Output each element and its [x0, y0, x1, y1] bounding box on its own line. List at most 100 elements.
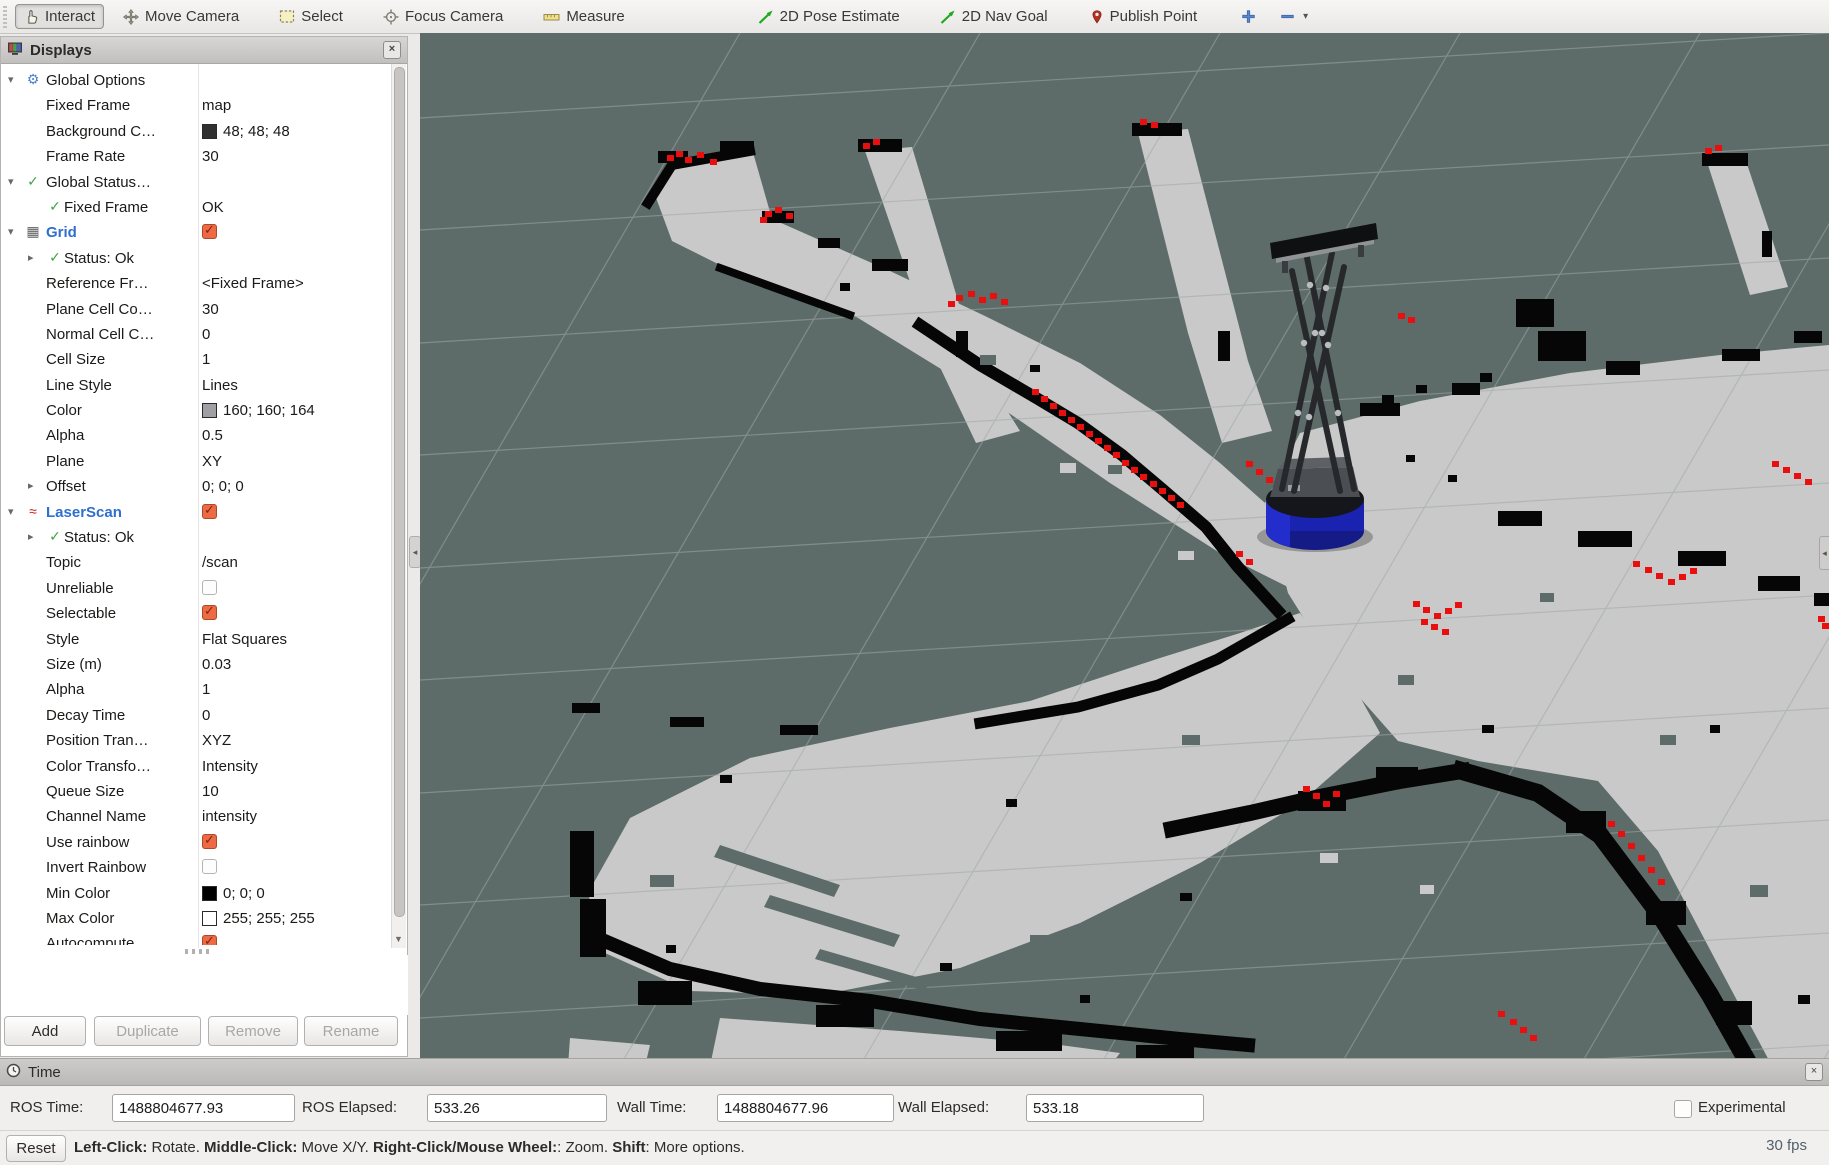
property-value[interactable]: intensity: [202, 808, 390, 825]
display-row[interactable]: Reference Fr…<Fixed Frame>: [2, 272, 394, 297]
property-value[interactable]: 1: [202, 351, 390, 368]
property-value[interactable]: [202, 605, 390, 620]
display-row[interactable]: Normal Cell C…0: [2, 323, 394, 348]
chevron-right-icon[interactable]: ▸: [28, 251, 34, 264]
toolbar-grip[interactable]: [3, 6, 7, 28]
time-panel-header[interactable]: Time ×: [0, 1058, 1829, 1086]
display-row[interactable]: PlaneXY: [2, 450, 394, 475]
property-value[interactable]: [202, 859, 390, 874]
experimental-checkbox[interactable]: [1674, 1100, 1692, 1118]
checkbox[interactable]: [202, 504, 217, 519]
property-value[interactable]: [202, 504, 390, 519]
checkbox[interactable]: [202, 859, 217, 874]
chevron-right-icon[interactable]: ▸: [28, 530, 34, 543]
property-value[interactable]: 0; 0; 0: [202, 885, 390, 902]
tool-interact[interactable]: Interact: [15, 4, 104, 29]
wall-elapsed-input[interactable]: [1026, 1094, 1204, 1122]
add-button[interactable]: Add: [4, 1016, 86, 1046]
property-value[interactable]: 1: [202, 681, 390, 698]
display-row[interactable]: Fixed Framemap: [2, 94, 394, 119]
close-icon[interactable]: ×: [383, 41, 401, 59]
tool-2d-pose-estimate[interactable]: 2D Pose Estimate: [749, 4, 909, 29]
chevron-down-icon[interactable]: ▾: [8, 505, 14, 518]
rename-button[interactable]: Rename: [304, 1016, 398, 1046]
property-value[interactable]: 160; 160; 164: [202, 402, 390, 419]
display-row[interactable]: ▾✓Global Status…: [2, 171, 394, 196]
property-value[interactable]: 0.03: [202, 656, 390, 673]
property-value[interactable]: 0; 0; 0: [202, 478, 390, 495]
property-value[interactable]: [202, 834, 390, 849]
chevron-down-icon[interactable]: ▾: [1303, 11, 1308, 22]
property-value[interactable]: Intensity: [202, 758, 390, 775]
display-row[interactable]: Queue Size10: [2, 780, 394, 805]
display-row[interactable]: Unreliable: [2, 577, 394, 602]
display-row[interactable]: ▸✓Status: Ok: [2, 526, 394, 551]
property-value[interactable]: [202, 580, 390, 595]
display-row[interactable]: Frame Rate30: [2, 145, 394, 170]
close-icon[interactable]: ×: [1805, 1063, 1823, 1081]
property-value[interactable]: [202, 935, 390, 945]
property-value[interactable]: <Fixed Frame>: [202, 275, 390, 292]
display-row[interactable]: ▾▦Grid: [2, 221, 394, 246]
scrollbar-thumb[interactable]: [394, 67, 405, 917]
3d-viewport[interactable]: ◂: [420, 33, 1829, 1066]
property-value[interactable]: 30: [202, 301, 390, 318]
display-row[interactable]: ▾⚙Global Options: [2, 69, 394, 94]
ros-time-input[interactable]: [112, 1094, 295, 1122]
display-row[interactable]: Selectable: [2, 602, 394, 627]
display-row[interactable]: Max Color255; 255; 255: [2, 907, 394, 932]
display-row[interactable]: Min Color0; 0; 0: [2, 882, 394, 907]
property-value[interactable]: 0: [202, 326, 390, 343]
display-row[interactable]: Alpha1: [2, 678, 394, 703]
chevron-right-icon[interactable]: ▸: [28, 479, 34, 492]
display-row[interactable]: Line StyleLines: [2, 374, 394, 399]
checkbox[interactable]: [202, 834, 217, 849]
display-row[interactable]: Alpha0.5: [2, 424, 394, 449]
property-value[interactable]: 30: [202, 148, 390, 165]
display-row[interactable]: Size (m)0.03: [2, 653, 394, 678]
display-row[interactable]: Position Tran…XYZ: [2, 729, 394, 754]
property-value[interactable]: Flat Squares: [202, 631, 390, 648]
property-value[interactable]: 255; 255; 255: [202, 910, 390, 927]
checkbox[interactable]: [202, 580, 217, 595]
display-row[interactable]: ▸Offset0; 0; 0: [2, 475, 394, 500]
displays-panel-header[interactable]: Displays ×: [1, 37, 407, 64]
display-row[interactable]: Invert Rainbow: [2, 856, 394, 881]
property-value[interactable]: XY: [202, 453, 390, 470]
3d-scene[interactable]: [420, 33, 1829, 1066]
scroll-down-icon[interactable]: ▼: [392, 931, 405, 947]
property-value[interactable]: 0: [202, 707, 390, 724]
display-row[interactable]: Plane Cell Co…30: [2, 298, 394, 323]
property-value[interactable]: Lines: [202, 377, 390, 394]
tool-move-camera[interactable]: Move Camera: [114, 4, 248, 29]
property-value[interactable]: OK: [202, 199, 390, 216]
display-row[interactable]: Decay Time0: [2, 704, 394, 729]
property-value[interactable]: [202, 224, 390, 239]
display-row[interactable]: Cell Size1: [2, 348, 394, 373]
duplicate-button[interactable]: Duplicate: [94, 1016, 201, 1046]
display-row[interactable]: Topic/scan: [2, 551, 394, 576]
remove-button[interactable]: Remove: [208, 1016, 298, 1046]
property-value[interactable]: 0.5: [202, 427, 390, 444]
tool-focus-camera[interactable]: Focus Camera: [374, 4, 512, 29]
panel-splitter[interactable]: ◂: [408, 36, 420, 1057]
property-value[interactable]: 10: [202, 783, 390, 800]
checkbox[interactable]: [202, 935, 217, 945]
add-tool-button[interactable]: [1236, 5, 1261, 28]
tool-select[interactable]: Select: [270, 4, 352, 29]
display-row[interactable]: StyleFlat Squares: [2, 628, 394, 653]
wall-time-input[interactable]: [717, 1094, 894, 1122]
reset-button[interactable]: Reset: [6, 1135, 66, 1162]
chevron-down-icon[interactable]: ▾: [8, 73, 14, 86]
property-value[interactable]: 48; 48; 48: [202, 123, 390, 140]
display-row[interactable]: Background C…48; 48; 48: [2, 120, 394, 145]
tool-measure[interactable]: Measure: [534, 4, 633, 29]
displays-scrollbar[interactable]: ▼: [391, 64, 406, 948]
panel-splitter-grip[interactable]: [185, 949, 211, 954]
property-value[interactable]: XYZ: [202, 732, 390, 749]
chevron-down-icon[interactable]: ▾: [8, 175, 14, 188]
display-row[interactable]: Channel Nameintensity: [2, 805, 394, 830]
display-row[interactable]: ▸✓Status: Ok: [2, 247, 394, 272]
display-row[interactable]: Color Transfo…Intensity: [2, 755, 394, 780]
display-row[interactable]: ✓Fixed FrameOK: [2, 196, 394, 221]
